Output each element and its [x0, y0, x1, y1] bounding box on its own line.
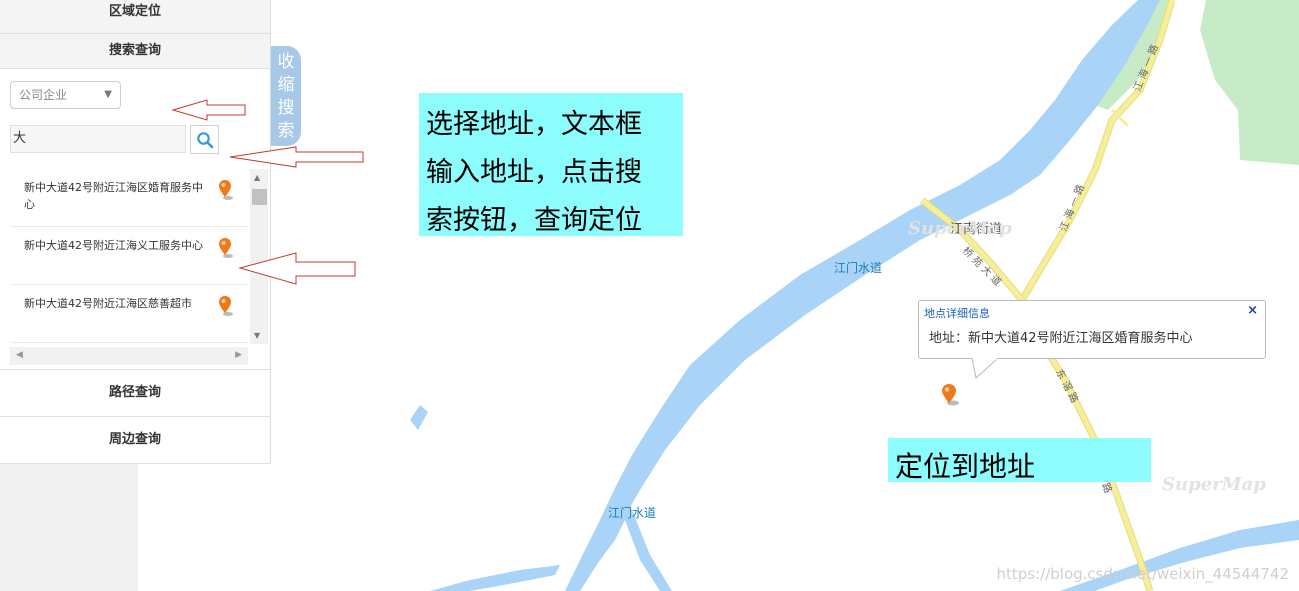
category-select-value: 公司企业	[19, 88, 68, 102]
results-list[interactable]: 新中大道42号附近江海区婚育服务中心 新中大道42号附近江海义工服务中心 新中大…	[10, 169, 248, 344]
annotation-line: 索按钮，查询定位	[426, 205, 642, 236]
scroll-left-icon[interactable]: ◀	[16, 350, 23, 360]
result-text: 新中大道42号附近江海区婚育服务中心	[24, 181, 203, 211]
collapse-search-tab[interactable]: 收缩搜索	[271, 46, 301, 146]
location-info-popup: 地点详细信息 × 地址：新中大道42号附近江海区婚育服务中心	[918, 300, 1266, 359]
supermap-watermark: SuperMap	[908, 218, 1012, 239]
list-item[interactable]: 新中大道42号附近江海区婚育服务中心	[10, 169, 248, 227]
scroll-thumb[interactable]	[252, 189, 267, 205]
search-input[interactable]: 大	[10, 125, 186, 153]
search-panel: 区域定位 搜索查询 公司企业 ▼ 大 新中大道42号附近江海区婚育服务中心 新中…	[0, 0, 271, 464]
river-branch	[410, 405, 428, 430]
annotation-line: 选择地址，文本框	[426, 109, 642, 140]
search-icon	[196, 131, 213, 148]
annotation-line: 输入地址，点击搜	[426, 157, 642, 188]
result-text: 新中大道42号附近江海义工服务中心	[24, 239, 203, 252]
popup-title: 地点详细信息	[924, 307, 990, 320]
scroll-down-icon[interactable]: ▼	[254, 331, 260, 340]
tab-char: 缩	[277, 75, 295, 95]
category-select[interactable]: 公司企业 ▼	[10, 81, 121, 109]
scroll-right-icon[interactable]: ▶	[235, 350, 242, 360]
location-pin-icon[interactable]	[218, 179, 234, 201]
supermap-watermark: SuperMap	[1162, 474, 1266, 495]
csdn-watermark: https://blog.csdn.net/weixin_44544742	[996, 565, 1289, 583]
river	[565, 0, 1160, 591]
search-button[interactable]	[190, 125, 219, 154]
scroll-up-icon[interactable]: ▲	[254, 173, 260, 182]
map-label-waterway: 江门水道	[834, 261, 883, 275]
tab-char: 搜	[277, 98, 295, 118]
river-branch	[430, 565, 560, 591]
list-item[interactable]: 新中大道42号附近江海义工服务中心	[10, 227, 248, 285]
accordion-area-locate[interactable]: 区域定位	[0, 0, 270, 34]
accordion-nearby-query[interactable]: 周边查询	[0, 417, 270, 464]
location-pin-icon[interactable]	[941, 383, 961, 407]
map-label-waterway: 江门水道	[608, 506, 657, 520]
list-item[interactable]: 新中大道42号附近江海区慈善超市	[10, 285, 248, 343]
annotation-note-steps: 选择地址，文本框 输入地址，点击搜 索按钮，查询定位	[419, 93, 683, 236]
tab-char: 索	[277, 121, 295, 141]
accordion-search-query[interactable]: 搜索查询	[0, 34, 270, 69]
close-icon[interactable]: ×	[1247, 303, 1258, 318]
horizontal-scrollbar[interactable]: ◀ ▶	[10, 347, 248, 365]
location-pin-icon[interactable]	[218, 295, 234, 317]
tab-char: 收	[277, 52, 295, 72]
annotation-note-locate: 定位到地址	[888, 438, 1151, 482]
vertical-scrollbar[interactable]: ▲ ▼	[250, 169, 268, 344]
popup-address: 地址：新中大道42号附近江海区婚育服务中心	[929, 331, 1193, 346]
location-pin-icon[interactable]	[218, 237, 234, 259]
result-text: 新中大道42号附近江海区慈善超市	[24, 297, 192, 310]
park-area	[1200, 0, 1299, 165]
popup-tail	[971, 358, 999, 379]
accordion-route-query[interactable]: 路径查询	[0, 370, 270, 417]
caret-down-icon: ▼	[104, 89, 112, 100]
search-body: 公司企业 ▼ 大 新中大道42号附近江海区婚育服务中心 新中大道42号附近江海义…	[0, 69, 270, 370]
